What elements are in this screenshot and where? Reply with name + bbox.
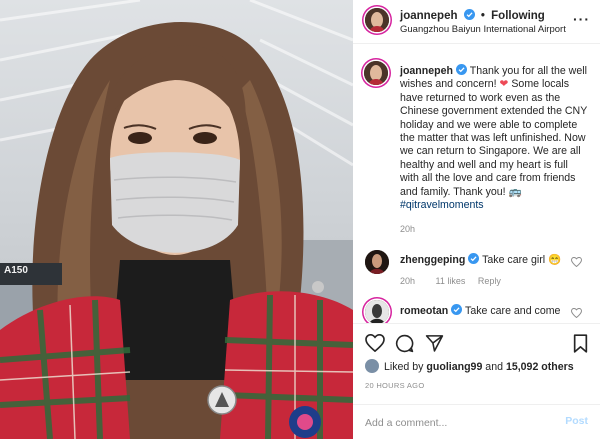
post-timestamp[interactable]: 20 HOURS AGO [365,381,424,390]
post-caption: joannepeh Thank you for all the well wis… [400,64,588,212]
actions-bar: Liked by guoliang99 and 15,092 others 20… [353,323,600,439]
comment-box: Post [353,404,600,439]
comment-1: zhenggeping Take care girl 😁 [400,253,561,267]
location-link[interactable]: Guangzhou Baiyun International Airport [400,24,566,35]
comment-2: romeotan Take care and come [400,304,560,318]
avatar[interactable] [365,8,389,32]
comment-heart-icon[interactable] [571,257,582,267]
post-header: joannepeh • Following Guangzhou Baiyun I… [353,0,600,44]
comment-text: Take care and come [465,305,561,317]
likes-count[interactable]: 15,092 others [506,361,574,373]
heart-icon[interactable] [365,334,385,352]
comment-meta: 20h 11 likes Reply [400,276,501,286]
caption-avatar[interactable] [364,61,388,85]
hashtag-link[interactable]: #qitravelmoments [400,199,484,211]
comment-username[interactable]: zhenggeping [400,254,465,266]
comment-avatar[interactable] [365,300,389,324]
reply-button[interactable]: Reply [478,276,501,286]
verified-icon [455,64,467,75]
verified-icon [463,9,475,20]
comment-time[interactable]: 20h [400,276,415,286]
comment-heart-icon[interactable] [571,308,582,318]
comment-input[interactable] [365,415,545,431]
grin-emoji: 😁 [548,254,562,266]
following-button[interactable]: Following [491,10,545,22]
photo-illustration [0,0,353,439]
comment-likes[interactable]: 11 likes [436,276,466,286]
post-button[interactable]: Post [565,415,588,427]
liked-by-avatar[interactable] [365,359,379,373]
bookmark-icon[interactable] [573,334,588,353]
verified-icon [451,304,463,315]
post-photo[interactable]: A150 [0,0,353,439]
comment-text: Take care girl [482,254,549,266]
bus-emoji: 🚌 [508,185,522,198]
likes-summary: Liked by guoliang99 and 15,092 others [365,359,574,373]
share-icon[interactable] [425,334,444,352]
comment-username[interactable]: romeotan [400,305,448,317]
caption-time[interactable]: 20h [400,224,415,234]
liked-by-user[interactable]: guoliang99 [426,361,482,373]
liked-by-and: and [485,361,503,373]
verified-icon [468,253,480,264]
caption-text-2: Some locals have returned to work even a… [400,78,588,198]
header-username[interactable]: joannepeh [400,10,458,22]
separator-dot: • [480,10,485,22]
comment-avatar[interactable] [365,250,389,274]
post-panel: joannepeh • Following Guangzhou Baiyun I… [353,0,600,439]
gate-sign-text: A150 [4,265,28,276]
caption-username[interactable]: joannepeh [400,65,453,77]
comment-icon[interactable] [395,334,414,353]
more-icon[interactable]: ··· [573,12,590,26]
